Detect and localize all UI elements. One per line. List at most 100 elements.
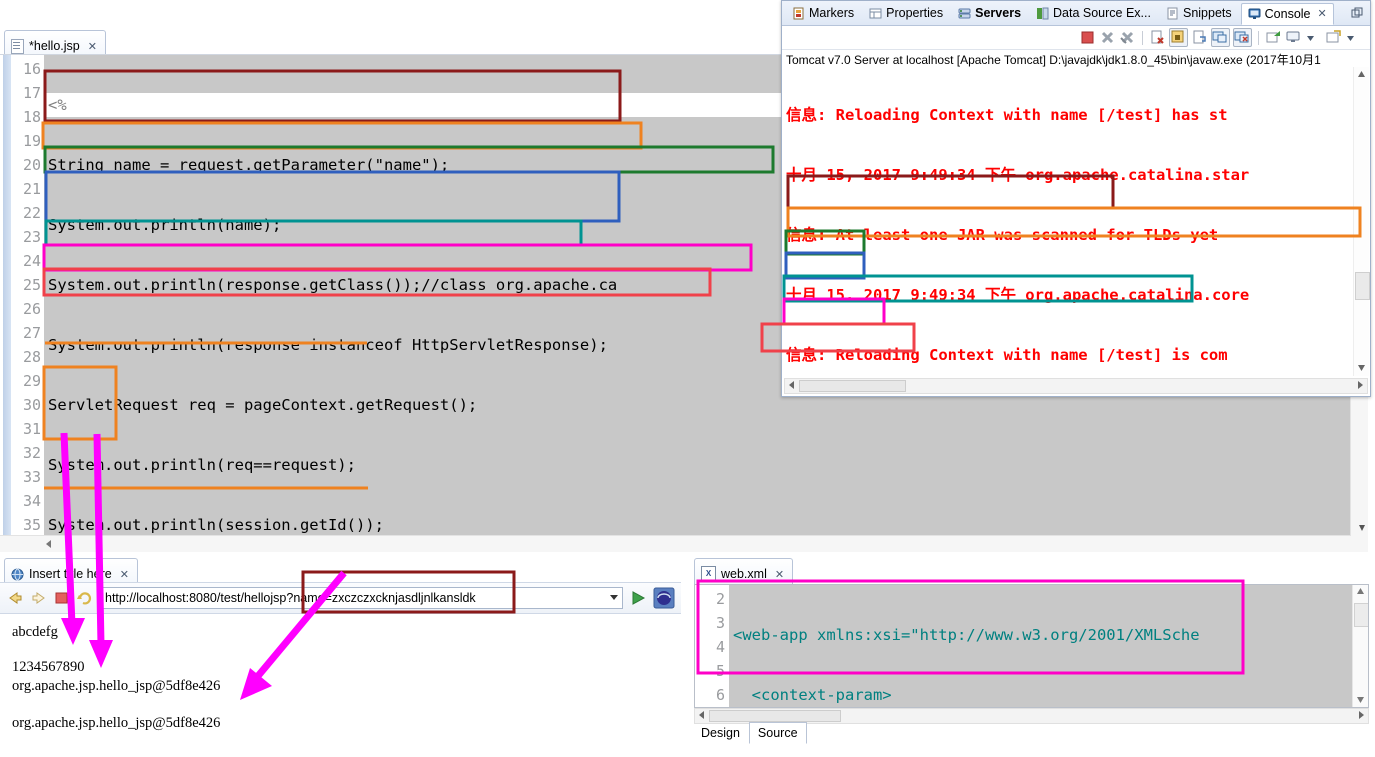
close-icon[interactable]: ✕ <box>120 568 129 581</box>
display-selected-console-icon[interactable] <box>1285 29 1302 46</box>
go-icon[interactable] <box>629 589 647 607</box>
tab-markers[interactable]: Markers <box>786 3 860 23</box>
scroll-right-arrow-icon[interactable] <box>1355 709 1367 721</box>
scroll-up-arrow-icon[interactable] <box>1354 586 1367 597</box>
display-selected-console-dropdown[interactable] <box>1305 29 1322 46</box>
scroll-lock-icon[interactable] <box>1169 28 1188 47</box>
word-wrap-icon[interactable] <box>1191 29 1208 46</box>
internal-browser-panel: Insert title here ✕ http://localhost:808… <box>0 558 681 757</box>
line-number: 16 <box>22 60 41 78</box>
refresh-icon[interactable] <box>76 590 94 606</box>
console-toolbar <box>782 26 1370 50</box>
editor-horizontal-scrollbar[interactable] <box>0 535 1351 552</box>
tab-data-source-label: Data Source Ex... <box>1053 6 1151 20</box>
stop-icon[interactable] <box>54 590 70 606</box>
forward-icon[interactable] <box>30 590 48 606</box>
toolbar-separator <box>1142 30 1143 45</box>
tab-properties[interactable]: Properties <box>863 3 949 23</box>
console-vertical-scrollbar[interactable] <box>1353 67 1370 376</box>
scroll-right-arrow-icon[interactable] <box>1354 379 1366 391</box>
remove-all-terminated-icon[interactable] <box>1119 29 1136 46</box>
webxml-hscroll-thumb[interactable] <box>709 710 841 722</box>
close-icon[interactable]: ✕ <box>1318 7 1327 20</box>
browser-page-content: abcdefg 1234567890 org.apache.jsp.hello_… <box>0 614 681 757</box>
console-tab-bar: Markers Properties Servers Data Source E… <box>782 1 1370 26</box>
console-hscroll-thumb[interactable] <box>799 380 906 392</box>
scroll-up-arrow-icon[interactable] <box>1355 69 1368 80</box>
editor-tab-label: *hello.jsp <box>29 39 80 53</box>
scroll-left-arrow-icon[interactable] <box>786 379 798 391</box>
show-console-on-output-icon[interactable] <box>1211 28 1230 47</box>
scroll-down-arrow-icon[interactable] <box>1354 695 1367 706</box>
console-process-header: Tomcat v7.0 Server at localhost [Apache … <box>786 53 1321 67</box>
line-number: 27 <box>22 324 41 342</box>
xml-line: <context-param> <box>729 683 1352 707</box>
markers-icon <box>793 7 804 19</box>
back-icon[interactable] <box>6 590 24 606</box>
maximize-icon[interactable] <box>1350 6 1364 20</box>
code-line-text: System.out.println(req==request); <box>48 456 356 474</box>
webxml-mode-tabs: Design Source <box>692 722 807 744</box>
line-number: 25 <box>22 276 41 294</box>
url-text: http://localhost:8080/test/hellojsp?name… <box>105 591 476 605</box>
console-line: 信息: Reloading Context with name [/test] … <box>786 346 1228 364</box>
scroll-left-arrow-icon[interactable] <box>42 537 56 551</box>
webxml-tab-label: web.xml <box>721 567 767 581</box>
tab-design[interactable]: Design <box>692 722 749 744</box>
globe-icon <box>11 568 24 580</box>
tab-servers-label: Servers <box>975 6 1022 20</box>
clear-console-icon[interactable] <box>1149 29 1166 46</box>
show-console-on-error-icon[interactable] <box>1233 28 1252 47</box>
xml-line-text: <context-param> <box>733 686 892 704</box>
xml-line-text: <web-app xmlns:xsi="http://www.w3.org/20… <box>733 626 1200 644</box>
pin-console-icon[interactable] <box>1265 29 1282 46</box>
line-number: 20 <box>22 156 41 174</box>
line-number: 24 <box>22 252 41 270</box>
code-line-text: ServletRequest req = pageContext.getRequ… <box>48 396 478 414</box>
console-horizontal-scrollbar[interactable] <box>784 378 1368 394</box>
open-external-browser-icon[interactable] <box>653 587 675 609</box>
line-number: 28 <box>22 348 41 366</box>
close-icon[interactable]: ✕ <box>88 40 97 53</box>
tab-properties-label: Properties <box>886 6 944 20</box>
toolbar-separator <box>1258 30 1259 45</box>
open-console-dropdown[interactable] <box>1345 29 1362 46</box>
console-line: 十月 15, 2017 9:49:34 下午 org.apache.catali… <box>786 286 1250 304</box>
webxml-vscroll-thumb[interactable] <box>1354 603 1368 627</box>
console-line: 信息: Reloading Context with name [/test] … <box>786 106 1228 124</box>
line-number: 31 <box>22 420 41 438</box>
chevron-down-icon[interactable] <box>610 595 618 600</box>
tab-snippets[interactable]: Snippets <box>1160 3 1238 23</box>
line-number: 22 <box>22 204 41 222</box>
tab-source[interactable]: Source <box>748 722 807 744</box>
tab-markers-label: Markers <box>809 6 855 20</box>
browser-output-line: org.apache.jsp.hello_jsp@5df8e426 <box>12 715 221 731</box>
webxml-vertical-scrollbar[interactable] <box>1352 585 1368 707</box>
code-line: System.out.println(session.getId()); <box>44 513 1340 537</box>
line-number: 30 <box>22 396 41 414</box>
webxml-code-content[interactable]: <web-app xmlns:xsi="http://www.w3.org/20… <box>729 585 1352 707</box>
line-number: 6 <box>715 686 725 704</box>
console-line: 十月 15, 2017 9:49:34 下午 org.apache.catali… <box>786 166 1250 184</box>
code-line-text: System.out.println(session.getId()); <box>48 516 384 534</box>
editor-annotation-ruler <box>0 55 14 552</box>
console-output[interactable]: 信息: Reloading Context with name [/test] … <box>784 67 1352 376</box>
webxml-text-area[interactable]: 2 3 4 5 6 <web-app xmlns:xsi="http://www… <box>694 584 1369 708</box>
open-console-icon[interactable] <box>1325 29 1342 46</box>
tab-servers[interactable]: Servers <box>952 3 1027 23</box>
tab-console-label: Console <box>1264 6 1311 21</box>
line-number: 17 <box>22 84 41 102</box>
close-icon[interactable]: ✕ <box>775 568 784 581</box>
url-bar[interactable]: http://localhost:8080/test/hellojsp?name… <box>100 587 623 609</box>
scroll-down-arrow-icon[interactable] <box>1353 522 1368 534</box>
tab-console[interactable]: Console ✕ <box>1240 2 1334 25</box>
webxml-tab[interactable]: X web.xml ✕ <box>694 558 794 586</box>
remove-launch-icon[interactable] <box>1099 29 1116 46</box>
scroll-left-arrow-icon[interactable] <box>696 709 708 721</box>
terminate-icon[interactable] <box>1079 29 1096 46</box>
tab-data-source-explorer[interactable]: Data Source Ex... <box>1030 3 1157 23</box>
line-number: 19 <box>22 132 41 150</box>
console-vscroll-thumb[interactable] <box>1355 272 1370 300</box>
xml-line: <web-app xmlns:xsi="http://www.w3.org/20… <box>729 623 1352 647</box>
scroll-down-arrow-icon[interactable] <box>1355 363 1368 374</box>
